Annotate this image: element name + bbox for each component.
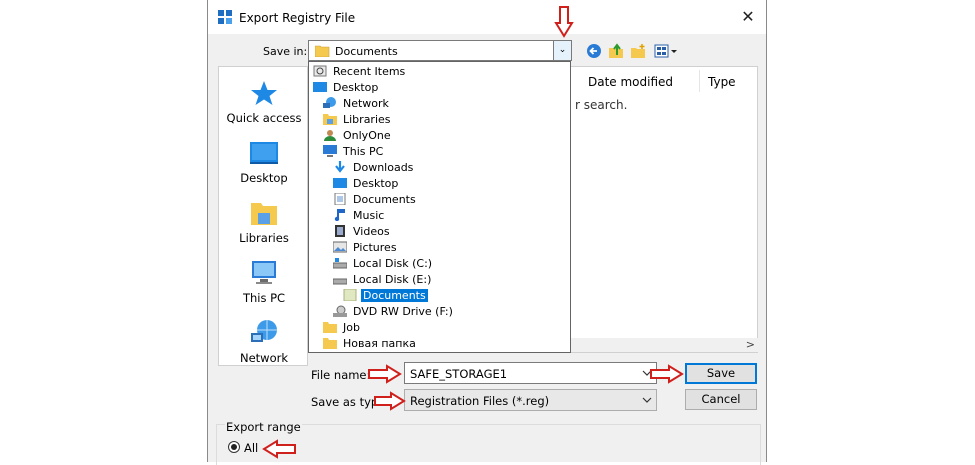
annotation-arrow-right-icon <box>374 391 406 411</box>
dropdown-item[interactable]: Job <box>323 320 362 336</box>
export-registry-dialog: Export Registry File ✕ Save in: Document… <box>207 0 767 465</box>
scroll-right-arrow[interactable]: > <box>746 338 755 351</box>
dropdown-item[interactable]: Pictures <box>333 240 399 256</box>
column-divider[interactable] <box>699 70 700 92</box>
dropdown-item[interactable]: OnlyOne <box>323 128 393 144</box>
save-in-dropdown-button[interactable]: ⌄ <box>553 41 571 60</box>
dropdown-item[interactable]: Videos <box>333 224 392 240</box>
libraries-icon <box>323 114 337 125</box>
dropdown-item[interactable]: Libraries <box>323 112 393 128</box>
desktop-icon <box>250 142 278 164</box>
file-name-input[interactable]: SAFE_STORAGE1 <box>404 362 657 384</box>
file-name-value: SAFE_STORAGE1 <box>410 367 508 381</box>
back-icon[interactable] <box>586 43 604 59</box>
save-as-type-value: Registration Files (*.reg) <box>410 394 550 408</box>
this-pc-icon <box>252 261 276 284</box>
downloads-icon <box>335 161 345 173</box>
place-this-pc[interactable]: This PC <box>219 259 309 305</box>
place-label: Network <box>239 351 289 365</box>
place-network[interactable]: Network <box>219 319 309 365</box>
dropdown-item-selected[interactable]: Documents <box>343 288 428 304</box>
all-radio-label[interactable]: All <box>244 441 258 455</box>
place-label: Libraries <box>239 231 289 245</box>
save-button[interactable]: Save <box>685 363 757 384</box>
save-as-type-select[interactable]: Registration Files (*.reg) <box>404 389 657 411</box>
chevron-down-icon[interactable] <box>642 396 652 404</box>
dropdown-item[interactable]: Новая папка <box>323 336 418 352</box>
dropdown-item[interactable]: Local Disk (C:) <box>333 256 434 272</box>
folder-icon <box>343 289 357 301</box>
drive-icon <box>333 258 347 269</box>
music-icon <box>334 209 345 221</box>
folder-icon <box>315 45 330 57</box>
chevron-down-icon: ⌄ <box>558 45 567 55</box>
documents-icon <box>334 193 346 205</box>
dropdown-item[interactable]: Downloads <box>333 160 415 176</box>
save-in-value: Documents <box>335 45 398 58</box>
dropdown-item[interactable]: Documents <box>333 192 418 208</box>
desktop-icon <box>333 178 347 188</box>
new-folder-icon[interactable] <box>630 43 648 59</box>
file-name-label: File name: <box>311 368 371 382</box>
dvd-icon <box>333 305 347 317</box>
this-pc-icon <box>323 145 337 157</box>
dropdown-item[interactable]: Local Disk (E:) <box>333 272 433 288</box>
pictures-icon <box>333 241 347 253</box>
places-bar: Quick access Desktop Libraries This PC N… <box>218 66 308 366</box>
horizontal-scrollbar[interactable]: > <box>571 338 758 352</box>
place-libraries[interactable]: Libraries <box>219 199 309 245</box>
cancel-button[interactable]: Cancel <box>685 389 757 410</box>
place-quick-access[interactable]: Quick access <box>219 79 309 125</box>
save-in-label: Save in: <box>263 45 308 58</box>
save-in-combo[interactable]: Documents ⌄ <box>308 40 572 61</box>
dropdown-item[interactable]: Network <box>323 96 391 112</box>
drive-icon <box>333 278 347 285</box>
column-type[interactable]: Type <box>708 75 736 89</box>
export-range-label: Export range <box>225 420 302 434</box>
network-icon <box>323 97 336 108</box>
dropdown-item[interactable]: This PC <box>323 144 385 160</box>
place-desktop[interactable]: Desktop <box>219 139 309 185</box>
annotation-arrow-right-icon <box>368 364 402 384</box>
desktop-icon <box>313 82 327 92</box>
empty-search-text: r search. <box>575 98 628 112</box>
column-date-modified[interactable]: Date modified <box>588 75 673 89</box>
libraries-icon <box>251 203 277 225</box>
view-menu-icon[interactable] <box>654 43 680 59</box>
annotation-arrow-left-icon <box>262 439 296 459</box>
title-bar: Export Registry File ✕ <box>208 0 766 34</box>
videos-icon <box>335 225 345 237</box>
network-icon <box>251 320 277 342</box>
close-button[interactable]: ✕ <box>736 6 760 28</box>
quick-access-icon <box>251 81 277 105</box>
user-icon <box>324 130 336 141</box>
up-folder-icon[interactable] <box>608 43 626 59</box>
folder-icon <box>323 322 337 333</box>
registry-editor-icon <box>218 10 232 24</box>
annotation-arrow-right-icon <box>650 364 684 384</box>
dropdown-item[interactable]: Music <box>333 208 386 224</box>
place-label: Quick access <box>226 111 302 125</box>
folder-icon <box>323 338 337 349</box>
annotation-arrow-down-icon <box>554 6 574 38</box>
save-in-dropdown-list[interactable]: Recent Items Desktop Network Libraries O… <box>308 61 571 353</box>
place-label: This PC <box>242 291 286 305</box>
dropdown-item[interactable]: DVD RW Drive (F:) <box>333 304 455 320</box>
dropdown-item[interactable]: Recent Items <box>313 64 407 80</box>
window-title: Export Registry File <box>239 11 356 25</box>
place-label: Desktop <box>240 171 288 185</box>
recent-items-icon <box>313 65 327 77</box>
dropdown-item[interactable]: Desktop <box>313 80 380 96</box>
all-radio-button[interactable] <box>228 441 240 453</box>
dropdown-item[interactable]: Desktop <box>333 176 400 192</box>
